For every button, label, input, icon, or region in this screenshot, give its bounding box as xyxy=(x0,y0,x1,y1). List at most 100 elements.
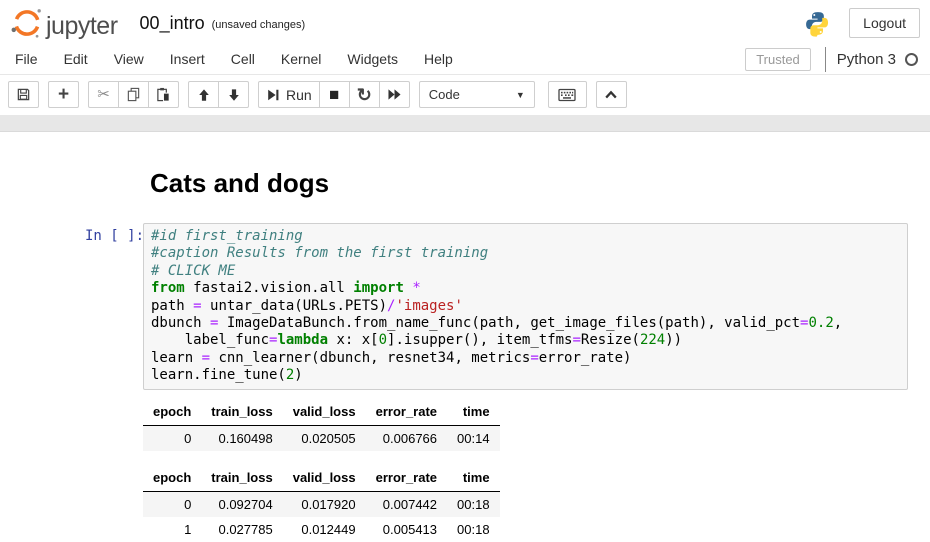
column-header: time xyxy=(447,400,500,426)
run-icon xyxy=(266,88,280,102)
code-line: learn = cnn_learner(dbunch, resnet34, me… xyxy=(151,350,900,367)
run-button-label: Run xyxy=(286,87,312,103)
table-cell: 00:18 xyxy=(447,517,500,542)
menu-insert[interactable]: Insert xyxy=(157,44,218,74)
column-header: time xyxy=(447,466,500,492)
kernel-name: Python 3 xyxy=(837,51,896,68)
notebook-title[interactable]: 00_intro xyxy=(140,13,205,34)
menu-view[interactable]: View xyxy=(101,44,157,74)
output-area: epochtrain_lossvalid_losserror_ratetime0… xyxy=(85,400,908,542)
move-up-icon xyxy=(197,88,211,102)
save-button[interactable] xyxy=(8,81,39,108)
menu-cell[interactable]: Cell xyxy=(218,44,268,74)
jupyter-logo-icon xyxy=(9,5,45,41)
table-cell: 1 xyxy=(143,517,201,542)
code-cell[interactable]: In [ ]: #id first_training#caption Resul… xyxy=(85,223,908,390)
notebook-header: jupyter 00_intro (unsaved changes) Logou… xyxy=(0,0,930,44)
table-cell: 0.160498 xyxy=(201,425,282,451)
add-cell-button[interactable]: + xyxy=(48,81,79,108)
cell-type-select[interactable]: Code ▼ xyxy=(419,81,535,108)
save-icon xyxy=(16,87,31,102)
move-cell-up-button[interactable] xyxy=(188,81,219,108)
menubar: FileEditViewInsertCellKernelWidgetsHelp … xyxy=(0,44,930,75)
table-cell: 0 xyxy=(143,491,201,517)
table-cell: 0 xyxy=(143,425,201,451)
code-line: #id first_training xyxy=(151,228,900,245)
command-palette-button[interactable] xyxy=(548,81,587,108)
move-cell-down-button[interactable] xyxy=(218,81,249,108)
fast-forward-icon xyxy=(387,88,402,101)
markdown-cell[interactable]: Cats and dogs xyxy=(85,168,908,223)
notebook-area: Cats and dogs In [ ]: #id first_training… xyxy=(0,132,930,542)
move-down-icon xyxy=(227,88,241,102)
column-header: epoch xyxy=(143,400,201,426)
kernel-divider xyxy=(825,47,826,72)
code-line: #caption Results from the first training xyxy=(151,245,900,262)
menu-help[interactable]: Help xyxy=(411,44,466,74)
copy-cell-button[interactable] xyxy=(118,81,149,108)
menu-widgets[interactable]: Widgets xyxy=(334,44,411,74)
table-cell: 00:14 xyxy=(447,425,500,451)
cut-cell-button[interactable]: ✂ xyxy=(88,81,119,108)
copy-icon xyxy=(126,87,141,102)
column-header: error_rate xyxy=(366,400,447,426)
training-results-table: epochtrain_lossvalid_losserror_ratetime0… xyxy=(143,466,500,542)
table-row: 00.0927040.0179200.00744200:18 xyxy=(143,491,500,517)
column-header: train_loss xyxy=(201,400,282,426)
table-cell: 0.006766 xyxy=(366,425,447,451)
code-line: dbunch = ImageDataBunch.from_name_func(p… xyxy=(151,315,900,332)
code-line: label_func=lambda x: x[0].isupper(), ite… xyxy=(151,332,900,349)
column-header: error_rate xyxy=(366,466,447,492)
table-cell: 00:18 xyxy=(447,491,500,517)
table-cell: 0.020505 xyxy=(283,425,366,451)
checkpoint-status: (unsaved changes) xyxy=(212,15,306,31)
keyboard-icon xyxy=(558,88,576,102)
cell-type-selected-value: Code xyxy=(429,87,460,102)
toolbar: + ✂ xyxy=(0,75,930,116)
training-results-table: epochtrain_lossvalid_losserror_ratetime0… xyxy=(143,400,500,451)
logout-button[interactable]: Logout xyxy=(849,8,920,38)
restart-kernel-button[interactable]: ↻ xyxy=(349,81,380,108)
jupyter-logo[interactable]: jupyter xyxy=(9,5,118,41)
column-header: valid_loss xyxy=(283,400,366,426)
code-line: learn.fine_tune(2) xyxy=(151,367,900,384)
interrupt-kernel-button[interactable]: ■ xyxy=(319,81,350,108)
column-header: valid_loss xyxy=(283,466,366,492)
python-logo-icon xyxy=(804,10,831,37)
table-cell: 0.005413 xyxy=(366,517,447,542)
add-cell-icon: + xyxy=(58,85,69,104)
code-cell-prompt: In [ ]: xyxy=(85,223,143,390)
dropdown-caret-icon: ▼ xyxy=(516,90,525,100)
trusted-badge[interactable]: Trusted xyxy=(745,48,811,71)
chevron-up-icon xyxy=(604,89,618,100)
run-cell-button[interactable]: Run xyxy=(258,81,320,108)
menu-edit[interactable]: Edit xyxy=(51,44,101,74)
markdown-cell-prompt xyxy=(85,168,143,223)
restart-run-all-button[interactable] xyxy=(379,81,410,108)
site-background xyxy=(0,116,930,132)
page-title: Cats and dogs xyxy=(150,168,908,199)
code-line: path = untar_data(URLs.PETS)/'images' xyxy=(151,298,900,315)
jupyter-wordmark: jupyter xyxy=(46,12,118,41)
kernel-idle-indicator-icon xyxy=(905,53,918,66)
paste-cell-button[interactable] xyxy=(148,81,179,108)
menu-file[interactable]: File xyxy=(2,44,51,74)
column-header: train_loss xyxy=(201,466,282,492)
table-cell: 0.017920 xyxy=(283,491,366,517)
stop-icon: ■ xyxy=(329,86,339,103)
menu-kernel[interactable]: Kernel xyxy=(268,44,334,74)
restart-icon: ↻ xyxy=(357,86,372,104)
table-cell: 0.012449 xyxy=(283,517,366,542)
code-input-area[interactable]: #id first_training#caption Results from … xyxy=(143,223,908,390)
table-row: 10.0277850.0124490.00541300:18 xyxy=(143,517,500,542)
table-row: 00.1604980.0205050.00676600:14 xyxy=(143,425,500,451)
collapse-toolbar-button[interactable] xyxy=(596,81,627,108)
code-line: # CLICK ME xyxy=(151,263,900,280)
table-cell: 0.007442 xyxy=(366,491,447,517)
table-cell: 0.092704 xyxy=(201,491,282,517)
paste-icon xyxy=(156,87,171,102)
table-cell: 0.027785 xyxy=(201,517,282,542)
code-line: from fastai2.vision.all import * xyxy=(151,280,900,297)
cut-icon: ✂ xyxy=(97,87,110,102)
menu-items: FileEditViewInsertCellKernelWidgetsHelp xyxy=(2,44,466,74)
